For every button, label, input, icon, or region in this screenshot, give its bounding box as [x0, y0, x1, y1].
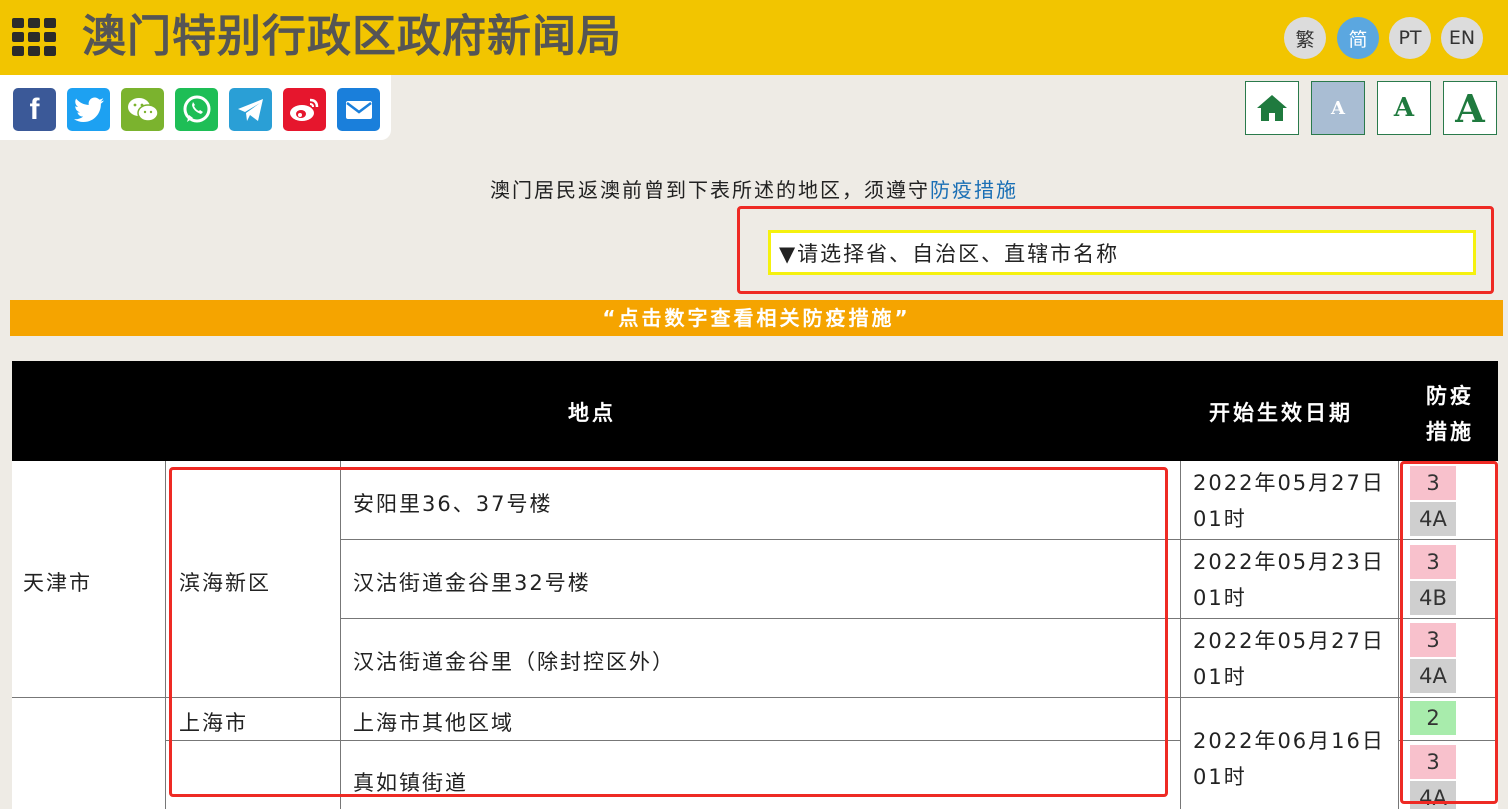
- weibo-icon[interactable]: [283, 88, 326, 131]
- whatsapp-icon[interactable]: [175, 88, 218, 131]
- wechat-icon[interactable]: [121, 88, 164, 131]
- highlight-measures-box: [1400, 461, 1498, 804]
- email-icon[interactable]: [337, 88, 380, 131]
- header-date: 开始生效日期: [1209, 401, 1353, 425]
- header-measures: 防疫措施: [1426, 384, 1474, 444]
- notice-banner: “点击数字查看相关防疫措施”: [10, 300, 1503, 336]
- header-location: 地点: [568, 401, 616, 425]
- telegram-icon[interactable]: [229, 88, 272, 131]
- font-small-button[interactable]: A: [1311, 81, 1365, 135]
- facebook-icon[interactable]: f: [13, 88, 56, 131]
- lang-portuguese-button[interactable]: PT: [1389, 17, 1431, 59]
- date-cell: 2022年05月27日01时: [1193, 629, 1385, 689]
- intro-label: 澳门居民返澳前曾到下表所述的地区，须遵守: [490, 178, 930, 202]
- home-icon: [1257, 95, 1287, 121]
- twitter-icon[interactable]: [67, 88, 110, 131]
- lang-traditional-button[interactable]: 繁: [1284, 17, 1326, 59]
- date-cell: 2022年05月27日01时: [1193, 471, 1385, 531]
- province-cell: 天津市: [23, 571, 92, 595]
- site-header: 澳门特别行政区政府新闻局 繁 简 PT EN: [0, 0, 1508, 75]
- social-share-bar: f: [0, 75, 391, 140]
- intro-text: 澳门居民返澳前曾到下表所述的地区，须遵守防疫措施: [0, 174, 1508, 203]
- lang-english-button[interactable]: EN: [1441, 17, 1483, 59]
- table-header: 地点 开始生效日期 防疫措施: [12, 361, 1498, 461]
- site-title[interactable]: 澳门特别行政区政府新闻局: [82, 6, 622, 68]
- lang-simplified-button[interactable]: 简: [1337, 17, 1379, 59]
- font-medium-button[interactable]: A: [1377, 81, 1431, 135]
- measures-link[interactable]: 防疫措施: [930, 178, 1018, 202]
- province-select[interactable]: ▼请选择省、自治区、直辖市名称: [768, 230, 1476, 275]
- highlight-places-box: [169, 467, 1168, 797]
- font-large-button[interactable]: A: [1443, 81, 1497, 135]
- home-button[interactable]: [1245, 81, 1299, 135]
- menu-icon[interactable]: [12, 18, 60, 58]
- date-cell: 2022年05月23日01时: [1193, 550, 1385, 610]
- date-cell: 2022年06月16日01时: [1193, 729, 1385, 789]
